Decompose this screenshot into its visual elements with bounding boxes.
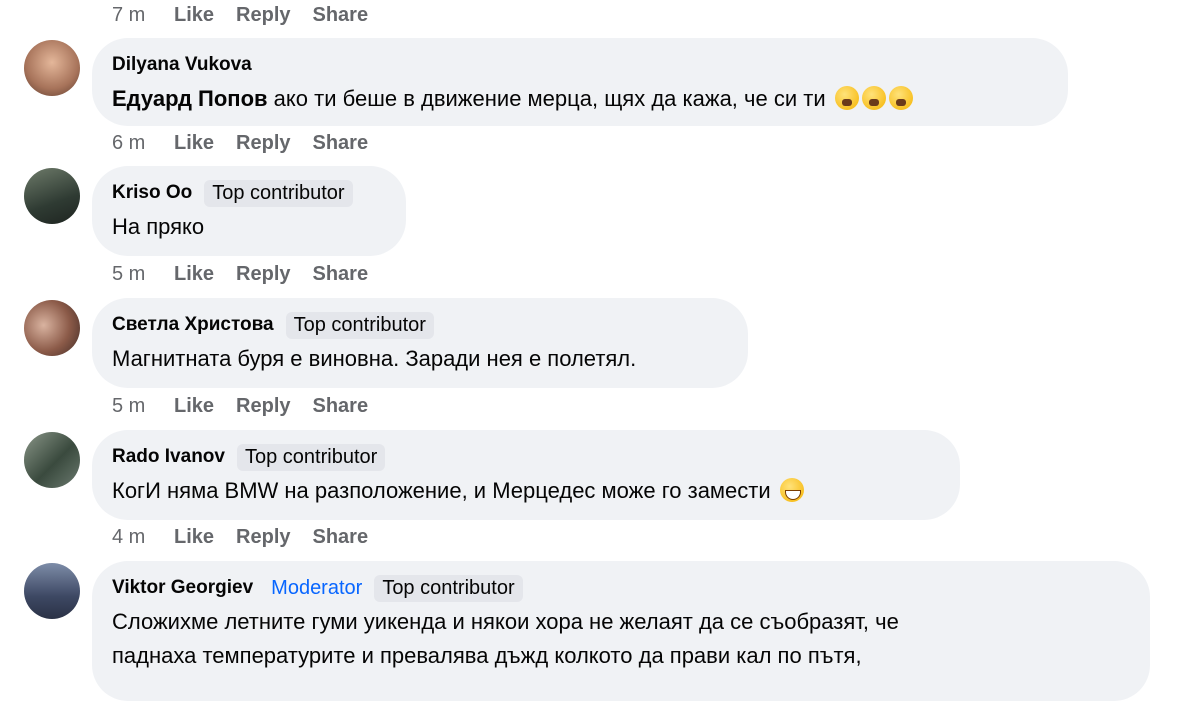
comment-bubble: Rado Ivanov Top contributor КогИ няма BM…: [92, 430, 960, 520]
top-contributor-badge: Top contributor: [285, 311, 434, 339]
share-link[interactable]: Share: [313, 4, 369, 27]
share-link[interactable]: Share: [313, 132, 369, 155]
reply-link[interactable]: Reply: [236, 132, 290, 155]
comment-bubble: Светла Христова Top contributor Магнитна…: [92, 298, 748, 388]
comment-author[interactable]: Kriso Oo: [112, 182, 192, 204]
comment-author[interactable]: Dilyana Vukova: [112, 54, 252, 76]
moderator-badge: Moderator: [271, 576, 363, 599]
avatar[interactable]: [24, 300, 80, 356]
comment-author[interactable]: Светла Христова: [112, 314, 274, 336]
top-contributor-badge: Top contributor: [236, 443, 386, 471]
reply-link[interactable]: Reply: [236, 526, 290, 549]
comment-actions: 6 m Like Reply Share: [112, 132, 390, 155]
mention-link[interactable]: Едуард Попов: [112, 86, 268, 111]
laughing-face-icon: [779, 478, 804, 502]
like-link[interactable]: Like: [174, 526, 214, 549]
comment-text: На пряко: [112, 214, 205, 239]
comment-time: 6 m: [112, 132, 146, 154]
comment-author[interactable]: Rado Ivanov: [112, 446, 225, 468]
avatar[interactable]: [24, 432, 80, 488]
like-link[interactable]: Like: [174, 263, 214, 286]
avatar[interactable]: [24, 40, 80, 96]
comment-text: Едуард Попов ако ти беше в движение мерц…: [112, 82, 1044, 116]
like-link[interactable]: Like: [174, 132, 214, 155]
comment-text: Сложихме летните гуми уикенда и някои хо…: [112, 609, 899, 668]
like-link[interactable]: Like: [174, 4, 214, 27]
reply-link[interactable]: Reply: [236, 263, 290, 286]
reply-link[interactable]: Reply: [236, 395, 290, 418]
astonished-face-icon: [861, 86, 886, 110]
comment-actions: 5 m Like Reply Share: [112, 263, 390, 286]
comment-actions: 4 m Like Reply Share: [112, 526, 390, 549]
share-link[interactable]: Share: [313, 263, 369, 286]
top-contributor-badge: Top contributor: [204, 179, 353, 207]
comment-time: 7 m: [112, 4, 146, 26]
comment-actions: 5 m Like Reply Share: [112, 395, 390, 418]
comment-bubble: Dilyana Vukova Едуард Попов ако ти беше …: [92, 38, 1068, 126]
comment-text: Магнитната буря е виновна. Заради нея е …: [112, 346, 637, 371]
comment-bubble: Viktor Georgiev Moderator Top contributo…: [92, 561, 1150, 701]
astonished-face-icon: [834, 86, 859, 110]
comment-time: 4 m: [112, 526, 146, 548]
reply-link[interactable]: Reply: [236, 4, 290, 27]
comment-time: 5 m: [112, 395, 146, 417]
like-link[interactable]: Like: [174, 395, 214, 418]
avatar[interactable]: [24, 168, 80, 224]
comment-author[interactable]: Viktor Georgiev: [112, 577, 253, 599]
comment-actions: 7 m Like Reply Share: [112, 4, 390, 27]
comment-time: 5 m: [112, 263, 146, 285]
astonished-face-icon: [888, 86, 913, 110]
share-link[interactable]: Share: [313, 395, 369, 418]
share-link[interactable]: Share: [313, 526, 369, 549]
avatar[interactable]: [24, 563, 80, 619]
comment-bubble: Kriso Oo Top contributor На пряко: [92, 166, 406, 256]
top-contributor-badge: Top contributor: [374, 574, 523, 602]
comment-text: КогИ няма BMW на разположение, и Мерцеде…: [112, 474, 936, 508]
